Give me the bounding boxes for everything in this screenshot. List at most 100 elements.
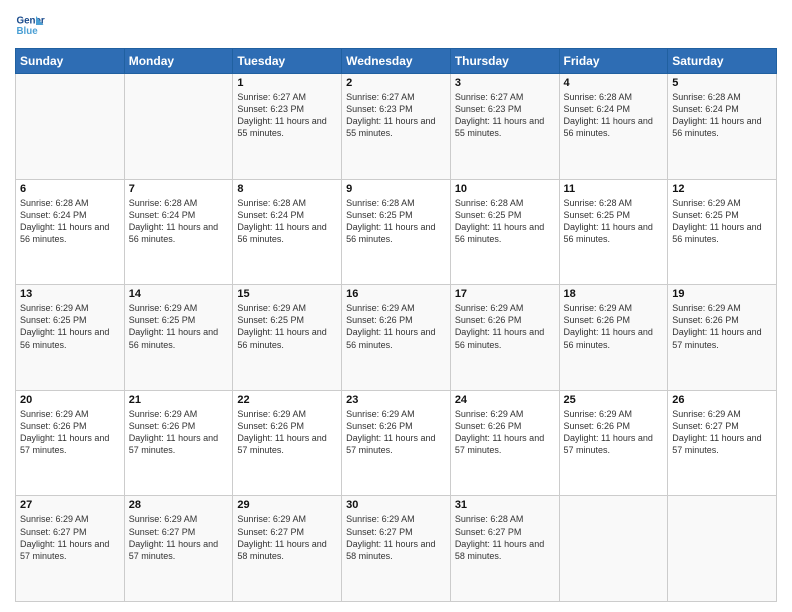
day-cell: 13 Sunrise: 6:29 AM Sunset: 6:25 PM Dayli… bbox=[16, 285, 125, 391]
day-number: 23 bbox=[346, 394, 446, 406]
week-row-1: 1 Sunrise: 6:27 AM Sunset: 6:23 PM Daylig… bbox=[16, 74, 777, 180]
calendar-table: SundayMondayTuesdayWednesdayThursdayFrid… bbox=[15, 48, 777, 602]
day-number: 12 bbox=[672, 183, 772, 195]
weekday-tuesday: Tuesday bbox=[233, 49, 342, 74]
weekday-thursday: Thursday bbox=[450, 49, 559, 74]
day-number: 1 bbox=[237, 77, 337, 89]
day-info: Sunrise: 6:29 AM Sunset: 6:26 PM Dayligh… bbox=[455, 408, 555, 457]
day-cell: 1 Sunrise: 6:27 AM Sunset: 6:23 PM Daylig… bbox=[233, 74, 342, 180]
day-cell bbox=[668, 496, 777, 602]
day-cell: 20 Sunrise: 6:29 AM Sunset: 6:26 PM Dayli… bbox=[16, 390, 125, 496]
day-info: Sunrise: 6:28 AM Sunset: 6:24 PM Dayligh… bbox=[129, 197, 229, 246]
day-info: Sunrise: 6:29 AM Sunset: 6:27 PM Dayligh… bbox=[672, 408, 772, 457]
day-info: Sunrise: 6:29 AM Sunset: 6:26 PM Dayligh… bbox=[129, 408, 229, 457]
day-number: 10 bbox=[455, 183, 555, 195]
day-cell: 19 Sunrise: 6:29 AM Sunset: 6:26 PM Dayli… bbox=[668, 285, 777, 391]
weekday-sunday: Sunday bbox=[16, 49, 125, 74]
day-cell: 11Sunrise: 6:28 AM Sunset: 6:25 PM Dayli… bbox=[559, 179, 668, 285]
day-cell: 10 Sunrise: 6:28 AM Sunset: 6:25 PM Dayli… bbox=[450, 179, 559, 285]
day-cell: 7Sunrise: 6:28 AM Sunset: 6:24 PM Daylig… bbox=[124, 179, 233, 285]
day-info: Sunrise: 6:29 AM Sunset: 6:26 PM Dayligh… bbox=[346, 408, 446, 457]
day-cell: 23 Sunrise: 6:29 AM Sunset: 6:26 PM Dayli… bbox=[342, 390, 451, 496]
day-info: Sunrise: 6:28 AM Sunset: 6:25 PM Dayligh… bbox=[455, 197, 555, 246]
day-cell: 30 Sunrise: 6:29 AM Sunset: 6:27 PM Dayli… bbox=[342, 496, 451, 602]
day-info: Sunrise: 6:29 AM Sunset: 6:26 PM Dayligh… bbox=[455, 302, 555, 351]
weekday-saturday: Saturday bbox=[668, 49, 777, 74]
day-number: 6 bbox=[20, 183, 120, 195]
day-info: Sunrise: 6:27 AM Sunset: 6:23 PM Dayligh… bbox=[346, 91, 446, 140]
day-number: 2 bbox=[346, 77, 446, 89]
day-number: 21 bbox=[129, 394, 229, 406]
day-number: 3 bbox=[455, 77, 555, 89]
day-info: Sunrise: 6:28 AM Sunset: 6:25 PM Dayligh… bbox=[564, 197, 664, 246]
day-info: Sunrise: 6:28 AM Sunset: 6:25 PM Dayligh… bbox=[346, 197, 446, 246]
calendar-body: 1 Sunrise: 6:27 AM Sunset: 6:23 PM Daylig… bbox=[16, 74, 777, 602]
day-cell: 21 Sunrise: 6:29 AM Sunset: 6:26 PM Dayli… bbox=[124, 390, 233, 496]
day-cell: 27Sunrise: 6:29 AM Sunset: 6:27 PM Dayli… bbox=[16, 496, 125, 602]
day-cell: 6 Sunrise: 6:28 AM Sunset: 6:24 PM Daylig… bbox=[16, 179, 125, 285]
day-info: Sunrise: 6:29 AM Sunset: 6:27 PM Dayligh… bbox=[129, 513, 229, 562]
day-cell: 25Sunrise: 6:29 AM Sunset: 6:26 PM Dayli… bbox=[559, 390, 668, 496]
logo-icon: General Blue bbox=[15, 10, 45, 40]
day-number: 24 bbox=[455, 394, 555, 406]
header: General Blue bbox=[15, 10, 777, 40]
day-number: 16 bbox=[346, 288, 446, 300]
day-info: Sunrise: 6:27 AM Sunset: 6:23 PM Dayligh… bbox=[237, 91, 337, 140]
day-cell: 16 Sunrise: 6:29 AM Sunset: 6:26 PM Dayli… bbox=[342, 285, 451, 391]
weekday-friday: Friday bbox=[559, 49, 668, 74]
logo: General Blue bbox=[15, 10, 45, 40]
page: General Blue SundayMondayTuesdayWednesda… bbox=[0, 0, 792, 612]
day-number: 28 bbox=[129, 499, 229, 511]
weekday-header-row: SundayMondayTuesdayWednesdayThursdayFrid… bbox=[16, 49, 777, 74]
day-cell: 5 Sunrise: 6:28 AM Sunset: 6:24 PM Daylig… bbox=[668, 74, 777, 180]
weekday-monday: Monday bbox=[124, 49, 233, 74]
day-info: Sunrise: 6:29 AM Sunset: 6:26 PM Dayligh… bbox=[346, 302, 446, 351]
day-number: 26 bbox=[672, 394, 772, 406]
day-info: Sunrise: 6:29 AM Sunset: 6:27 PM Dayligh… bbox=[20, 513, 120, 562]
day-cell: 31Sunrise: 6:28 AM Sunset: 6:27 PM Dayli… bbox=[450, 496, 559, 602]
day-number: 18 bbox=[564, 288, 664, 300]
day-info: Sunrise: 6:27 AM Sunset: 6:23 PM Dayligh… bbox=[455, 91, 555, 140]
day-info: Sunrise: 6:29 AM Sunset: 6:25 PM Dayligh… bbox=[20, 302, 120, 351]
day-cell: 2 Sunrise: 6:27 AM Sunset: 6:23 PM Daylig… bbox=[342, 74, 451, 180]
week-row-3: 13 Sunrise: 6:29 AM Sunset: 6:25 PM Dayli… bbox=[16, 285, 777, 391]
svg-text:Blue: Blue bbox=[17, 26, 39, 37]
day-info: Sunrise: 6:29 AM Sunset: 6:27 PM Dayligh… bbox=[237, 513, 337, 562]
day-cell: 3 Sunrise: 6:27 AM Sunset: 6:23 PM Daylig… bbox=[450, 74, 559, 180]
day-number: 4 bbox=[564, 77, 664, 89]
day-cell: 24 Sunrise: 6:29 AM Sunset: 6:26 PM Dayli… bbox=[450, 390, 559, 496]
day-info: Sunrise: 6:29 AM Sunset: 6:26 PM Dayligh… bbox=[20, 408, 120, 457]
day-info: Sunrise: 6:29 AM Sunset: 6:27 PM Dayligh… bbox=[346, 513, 446, 562]
day-number: 30 bbox=[346, 499, 446, 511]
week-row-5: 27Sunrise: 6:29 AM Sunset: 6:27 PM Dayli… bbox=[16, 496, 777, 602]
day-number: 20 bbox=[20, 394, 120, 406]
day-cell: 17Sunrise: 6:29 AM Sunset: 6:26 PM Dayli… bbox=[450, 285, 559, 391]
day-cell: 8 Sunrise: 6:28 AM Sunset: 6:24 PM Daylig… bbox=[233, 179, 342, 285]
weekday-wednesday: Wednesday bbox=[342, 49, 451, 74]
day-cell: 12 Sunrise: 6:29 AM Sunset: 6:25 PM Dayli… bbox=[668, 179, 777, 285]
day-number: 8 bbox=[237, 183, 337, 195]
day-number: 5 bbox=[672, 77, 772, 89]
day-number: 19 bbox=[672, 288, 772, 300]
day-number: 29 bbox=[237, 499, 337, 511]
day-cell: 22 Sunrise: 6:29 AM Sunset: 6:26 PM Dayli… bbox=[233, 390, 342, 496]
day-info: Sunrise: 6:29 AM Sunset: 6:26 PM Dayligh… bbox=[672, 302, 772, 351]
day-info: Sunrise: 6:28 AM Sunset: 6:24 PM Dayligh… bbox=[20, 197, 120, 246]
day-info: Sunrise: 6:28 AM Sunset: 6:27 PM Dayligh… bbox=[455, 513, 555, 562]
day-cell: 14Sunrise: 6:29 AM Sunset: 6:25 PM Dayli… bbox=[124, 285, 233, 391]
day-cell: 15 Sunrise: 6:29 AM Sunset: 6:25 PM Dayli… bbox=[233, 285, 342, 391]
day-info: Sunrise: 6:29 AM Sunset: 6:25 PM Dayligh… bbox=[672, 197, 772, 246]
day-number: 15 bbox=[237, 288, 337, 300]
day-info: Sunrise: 6:28 AM Sunset: 6:24 PM Dayligh… bbox=[672, 91, 772, 140]
day-info: Sunrise: 6:28 AM Sunset: 6:24 PM Dayligh… bbox=[564, 91, 664, 140]
day-cell: 9Sunrise: 6:28 AM Sunset: 6:25 PM Daylig… bbox=[342, 179, 451, 285]
day-number: 13 bbox=[20, 288, 120, 300]
day-info: Sunrise: 6:29 AM Sunset: 6:25 PM Dayligh… bbox=[129, 302, 229, 351]
day-number: 22 bbox=[237, 394, 337, 406]
day-info: Sunrise: 6:29 AM Sunset: 6:26 PM Dayligh… bbox=[564, 302, 664, 351]
day-info: Sunrise: 6:29 AM Sunset: 6:25 PM Dayligh… bbox=[237, 302, 337, 351]
day-info: Sunrise: 6:29 AM Sunset: 6:26 PM Dayligh… bbox=[237, 408, 337, 457]
day-info: Sunrise: 6:28 AM Sunset: 6:24 PM Dayligh… bbox=[237, 197, 337, 246]
week-row-4: 20 Sunrise: 6:29 AM Sunset: 6:26 PM Dayli… bbox=[16, 390, 777, 496]
day-cell: 28 Sunrise: 6:29 AM Sunset: 6:27 PM Dayli… bbox=[124, 496, 233, 602]
